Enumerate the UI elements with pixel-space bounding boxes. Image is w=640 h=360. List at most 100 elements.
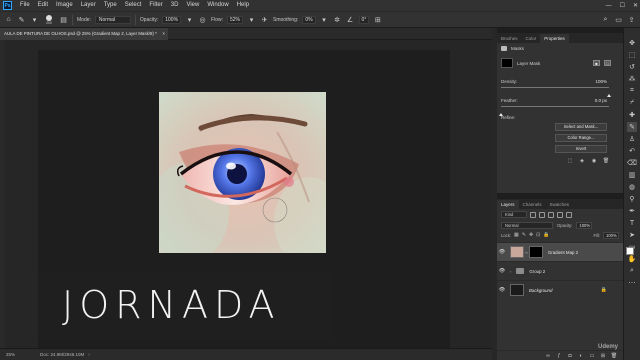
share-icon[interactable]: ⇪ — [627, 15, 636, 24]
menu-help[interactable]: Help — [233, 0, 253, 11]
tab-swatches[interactable]: Swatches — [546, 200, 574, 209]
type-tool-icon[interactable]: T — [627, 218, 637, 228]
link-layers-icon[interactable]: ∞ — [545, 353, 551, 359]
trash-icon[interactable]: 🗑 — [603, 158, 609, 164]
layer-row[interactable]: 👁 › Group 2 — [497, 261, 623, 280]
kind-filter-select[interactable]: Kind — [501, 211, 527, 218]
tab-brushes[interactable]: Brushes — [497, 34, 522, 43]
chevron-right-icon[interactable]: › — [88, 352, 90, 357]
close-tab-icon[interactable]: × — [162, 28, 165, 40]
brush-settings-icon[interactable]: ▤ — [59, 15, 68, 24]
invert-button[interactable]: Invert — [555, 145, 607, 153]
lock-artboard-icon[interactable]: ⊡ — [536, 232, 540, 238]
search-icon[interactable]: ⌕ — [601, 15, 610, 24]
document-tab[interactable]: AULA DE PINTURA DE OLHOS.psd @ 25% (Grad… — [0, 28, 168, 40]
symmetry-icon[interactable]: ⊞ — [373, 15, 382, 24]
menu-type[interactable]: Type — [100, 0, 121, 11]
gradient-tool-icon[interactable]: ▥ — [627, 170, 637, 180]
pressure-opacity-icon[interactable]: ◎ — [198, 15, 207, 24]
maximize-button[interactable]: ☐ — [620, 2, 625, 9]
airbrush-icon[interactable]: ✈ — [260, 15, 269, 24]
stamp-tool-icon[interactable]: ♙ — [627, 134, 637, 144]
type-filter-icon[interactable] — [548, 211, 554, 218]
tab-color[interactable]: Color — [522, 34, 541, 43]
lock-all-icon[interactable]: 🔒 — [543, 232, 549, 238]
shape-filter-icon[interactable] — [557, 211, 563, 218]
lock-transparent-icon[interactable]: ▦ — [514, 232, 519, 238]
healing-tool-icon[interactable]: ✚ — [627, 110, 637, 120]
density-value[interactable]: 100% — [595, 79, 607, 84]
link-icon[interactable]: ∞ — [525, 250, 528, 255]
layer-mask-thumbnail[interactable] — [501, 58, 513, 68]
smoothing-input[interactable]: 0% — [302, 15, 316, 24]
brush-tool-icon[interactable]: ✎ — [17, 15, 26, 24]
chevron-down-icon[interactable]: ▾ — [185, 15, 194, 24]
flow-input[interactable]: 52% — [227, 15, 244, 24]
crop-tool-icon[interactable]: ⌗ — [627, 86, 637, 96]
fill-input[interactable]: 100% — [603, 231, 619, 239]
tab-properties[interactable]: Properties — [540, 34, 569, 43]
lock-position-icon[interactable]: ✥ — [529, 232, 533, 238]
zoom-tool-icon[interactable]: ⌕ — [627, 266, 637, 276]
path-select-tool-icon[interactable]: ➤ — [627, 230, 637, 240]
menu-layer[interactable]: Layer — [77, 0, 100, 11]
blend-mode-select[interactable]: Normal — [501, 221, 553, 229]
brush-tool-icon[interactable]: ✎ — [627, 122, 637, 132]
quick-select-tool-icon[interactable]: ⁂ — [627, 74, 637, 84]
visibility-icon[interactable]: ◉ — [591, 158, 597, 164]
move-tool-icon[interactable]: ✥ — [627, 38, 637, 48]
menu-3d[interactable]: 3D — [167, 0, 183, 11]
chevron-down-icon[interactable]: ▾ — [30, 15, 39, 24]
menu-select[interactable]: Select — [121, 0, 146, 11]
feather-slider-knob[interactable] — [499, 113, 503, 116]
pen-tool-icon[interactable]: ✒ — [627, 206, 637, 216]
layer-mask-thumbnail[interactable] — [528, 246, 543, 258]
home-icon[interactable]: ⌂ — [4, 15, 13, 24]
chevron-right-icon[interactable]: › — [510, 269, 511, 274]
smart-object-filter-icon[interactable] — [566, 211, 572, 218]
mode-select[interactable]: Normal — [94, 15, 131, 24]
zoom-level[interactable]: 25% — [0, 352, 30, 357]
foreground-color-swatch[interactable] — [626, 247, 634, 255]
pixel-mask-button[interactable]: ■ — [593, 60, 600, 66]
eye-icon[interactable]: 👁 — [497, 287, 507, 293]
menu-window[interactable]: Window — [203, 0, 232, 11]
eyedropper-tool-icon[interactable]: ⌿ — [627, 98, 637, 108]
dodge-tool-icon[interactable]: ⚲ — [627, 194, 637, 204]
close-window-button[interactable]: ✕ — [633, 2, 638, 9]
new-layer-icon[interactable]: ⊞ — [600, 353, 606, 359]
tab-channels[interactable]: Channels — [519, 200, 546, 209]
apply-mask-icon[interactable]: ◈ — [579, 158, 585, 164]
vector-mask-button[interactable]: □ — [604, 60, 611, 66]
eraser-tool-icon[interactable]: ⌫ — [627, 158, 637, 168]
gear-icon[interactable]: ✲ — [333, 15, 342, 24]
menu-filter[interactable]: Filter — [145, 0, 166, 11]
tab-layers[interactable]: Layers — [497, 200, 519, 209]
lasso-tool-icon[interactable]: ↺ — [627, 62, 637, 72]
angle-input[interactable]: 0° — [358, 15, 370, 24]
brush-preset-picker[interactable]: 200 — [43, 14, 55, 25]
workspace-icon[interactable]: ▭ — [614, 15, 623, 24]
hand-tool-icon[interactable]: ✋ — [627, 254, 637, 264]
chevron-down-icon[interactable]: ▾ — [247, 15, 256, 24]
feather-value[interactable]: 0.0 px — [595, 98, 607, 103]
chevron-down-icon[interactable]: ▾ — [320, 15, 329, 24]
select-and-mask-button[interactable]: Select and Mask... — [555, 123, 607, 131]
marquee-tool-icon[interactable]: ⬚ — [627, 50, 637, 60]
eye-icon[interactable]: 👁 — [497, 249, 507, 255]
pixel-filter-icon[interactable] — [530, 211, 536, 218]
add-mask-icon[interactable]: ◘ — [567, 353, 573, 359]
adjustment-layer-icon[interactable]: ◐ — [578, 353, 584, 359]
fx-icon[interactable]: ƒ — [556, 353, 562, 359]
adjustment-filter-icon[interactable] — [539, 211, 545, 218]
density-slider[interactable] — [501, 87, 611, 97]
history-brush-icon[interactable]: ↶ — [627, 146, 637, 156]
menu-file[interactable]: File — [16, 0, 34, 11]
feather-slider[interactable] — [499, 106, 609, 116]
eye-icon[interactable]: 👁 — [497, 268, 507, 274]
more-tools-icon[interactable]: ⋯ — [627, 278, 637, 288]
menu-image[interactable]: Image — [52, 0, 77, 11]
layer-opacity-input[interactable]: 100% — [576, 221, 593, 229]
menu-edit[interactable]: Edit — [34, 0, 52, 11]
opacity-input[interactable]: 100% — [162, 15, 182, 24]
